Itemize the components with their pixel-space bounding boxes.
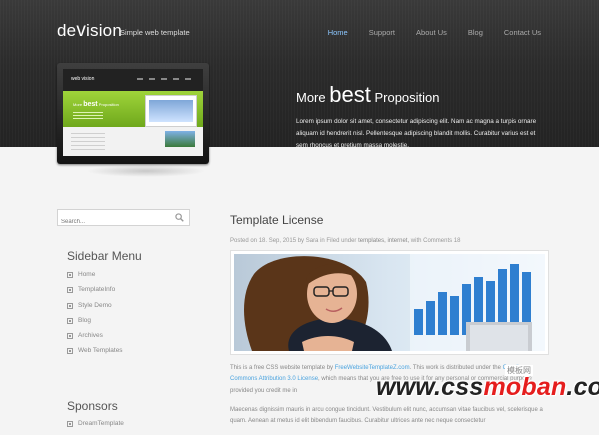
screen-title-post: Proposition [98,102,119,107]
bullet-icon [67,317,73,324]
watermark-suffix: .com [566,373,599,401]
nav-home[interactable]: Home [328,28,348,37]
site-tagline: Simple web template [120,28,190,37]
bullet-icon [67,333,73,340]
sidebar-item-web-templates[interactable]: Web Templates [67,347,123,362]
search-input[interactable] [58,214,169,230]
bullet-icon [67,348,73,355]
sidebar-item-label: Web Templates [78,347,123,355]
screen-text-lines [73,112,103,120]
screen-mini-preview [145,95,197,127]
hero-title: More best Proposition [296,82,440,108]
device-screen: web vision More best Proposition [63,69,203,156]
sidebar-item-style-demo[interactable]: Style Demo [67,302,123,317]
nav-contact-us[interactable]: Contact Us [504,28,541,37]
logo-part-2: v [76,20,87,41]
sidebar-item-label: Archives [78,332,103,340]
post-meta-posted: Posted on 18. Sep, 2015 by Sara in Filed… [230,238,357,244]
hero-text: Lorem ipsum dolor sit amet, consectetur … [296,118,537,149]
sidebar-item-archives[interactable]: Archives [67,332,123,347]
para1-text-1: This is a free CSS website template by [230,365,334,371]
screen-sidebar-lines [71,133,105,151]
sidebar-item-blog[interactable]: Blog [67,317,123,332]
sidebar-item-templateinfo[interactable]: TemplateInfo [67,286,123,301]
hero-title-post: Proposition [374,90,440,105]
site-logo[interactable]: devision [57,20,122,42]
post-title[interactable]: Template License [230,213,323,227]
watermark-prefix: www.css [376,373,484,401]
screen-post-image [165,131,195,147]
nav-blog[interactable]: Blog [468,28,483,37]
search-box [57,209,190,230]
post-meta: Posted on 18. Sep, 2015 by Sara in Filed… [230,238,460,244]
sidebar-menu: Home TemplateInfo Style Demo Blog Archiv… [67,271,123,363]
post-image [230,250,549,355]
sidebar-item-label: Style Demo [78,301,112,309]
para1-text-2: . This work is distributed under the [409,365,501,371]
hero-title-big: best [329,82,371,107]
hero-title-pre: More [296,90,326,105]
watermark-accent: moban [483,373,567,401]
bullet-icon [67,421,73,427]
business-woman-photo [234,254,545,351]
logo-part-1: de [57,21,77,40]
sidebar-menu-title: Sidebar Menu [67,249,142,263]
post-meta-tags[interactable]: templates, internet, [358,238,409,244]
nav-about-us[interactable]: About Us [416,28,447,37]
screen-mini-preview-image [149,100,193,122]
nav-support[interactable]: Support [369,28,395,37]
device-monitor-image: web vision More best Proposition [57,63,209,164]
screen-title-pre: More [73,102,83,107]
sidebar-item-label: Blog [78,316,92,324]
bullet-icon [67,272,73,278]
freewebsitetemplatez-link[interactable]: FreeWebsiteTemplateZ.com [335,365,410,371]
sponsors-title: Sponsors [67,399,118,413]
monitor-shadow [86,165,206,177]
screen-logo: web vision [71,76,95,82]
sponsor-item[interactable]: DreamTemplate [67,420,124,435]
screen-nav [137,78,197,80]
post-meta-comments[interactable]: with Comments 18 [411,238,461,244]
watermark: www.cssmoban.com [376,373,599,402]
bullet-icon [67,287,73,294]
sponsors-list: DreamTemplate [67,420,124,435]
search-icon[interactable] [175,213,184,222]
sidebar-item-label: TemplateInfo [78,286,116,294]
bullet-icon [67,302,73,309]
sidebar-item-label: Home [78,271,96,278]
main-nav: Home Support About Us Blog Contact Us [307,28,541,37]
sidebar-item-home[interactable]: Home [67,271,123,286]
post-paragraph-2: Maecenas dignissim mauris in arcu congue… [230,407,543,425]
logo-part-3: ision [86,21,122,40]
screen-title: More best Proposition [73,101,119,108]
screen-title-big: best [83,101,98,108]
